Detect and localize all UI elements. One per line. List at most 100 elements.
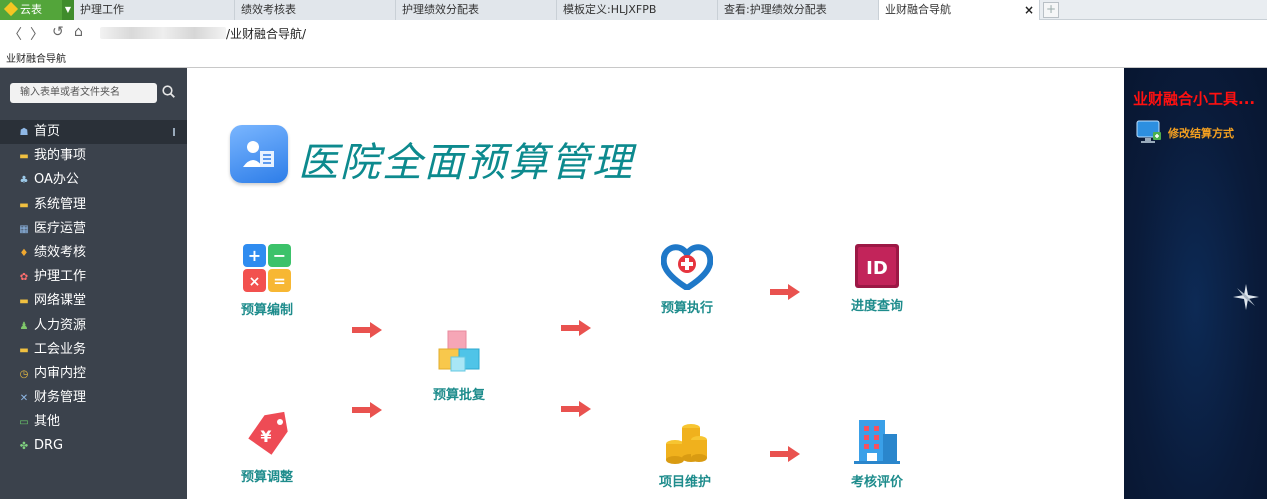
coins-icon (666, 424, 707, 464)
tools-icon: ✕ (19, 393, 29, 405)
tab-finance-navigation[interactable]: 业财融合导航 (879, 0, 1040, 20)
node-label: 考核评价 (850, 475, 903, 490)
node-label: 进度查询 (850, 299, 903, 314)
sidebar-item-oa[interactable]: ♣ OA办公 (0, 168, 187, 192)
folder-icon: ▬ (19, 296, 29, 308)
sidebar-item-label: 系统管理 (34, 196, 87, 212)
budget-app-icon (230, 125, 288, 183)
folder-icon: ▬ (19, 151, 29, 163)
tab-nursing-work[interactable]: 护理工作 (74, 0, 235, 20)
active-indicator (173, 128, 175, 136)
add-tab-button[interactable]: + (1043, 2, 1059, 18)
clover-icon: ✤ (19, 441, 29, 453)
svg-text:ID: ID (866, 258, 888, 279)
node-label: 项目维护 (658, 475, 711, 490)
tab-nursing-distribution[interactable]: 护理绩效分配表 (396, 0, 557, 20)
svg-text:¥: ¥ (260, 427, 271, 446)
folder-icon: ▬ (19, 199, 29, 211)
home-icon: ☗ (19, 127, 29, 138)
address-bar: 〈 〉 ↺ ⌂ /业财融合导航/ (0, 20, 1267, 46)
budget-execute-node[interactable]: 预算执行 (637, 244, 737, 316)
tab-bar: 云表 ▼ 护理工作 绩效考核表 护理绩效分配表 模板定义:HLJXFPB 查看:… (0, 0, 1267, 20)
modify-settlement-button[interactable]: 修改结算方式 (1136, 120, 1234, 144)
app-logo-label: 云表 (20, 3, 42, 16)
clock-icon: ◷ (19, 368, 29, 380)
arrow-right-icon (352, 402, 382, 418)
forward-icon[interactable]: 〉 (30, 24, 44, 44)
sidebar-item-label: 内审内控 (34, 365, 87, 381)
tab-performance-table[interactable]: 绩效考核表 (235, 0, 396, 20)
sidebar-item-drg[interactable]: ✤ DRG (0, 434, 187, 458)
arrow-right-icon (561, 320, 591, 336)
sidebar-item-hr[interactable]: ♟ 人力资源 (0, 314, 187, 338)
tab-view-distribution[interactable]: 查看:护理绩效分配表 (718, 0, 879, 20)
app-logo-button[interactable]: 云表 (0, 0, 62, 20)
monitor-icon (1136, 120, 1161, 143)
sidebar-item-finance[interactable]: ✕ 财务管理 (0, 386, 187, 410)
sidebar-item-union[interactable]: ▬ 工会业务 (0, 338, 187, 362)
project-maintain-node[interactable]: 项目维护 (635, 418, 735, 490)
sidebar-item-label: 财务管理 (34, 390, 87, 406)
tools-panel: 业财融合小工具... 修改结算方式 (1124, 68, 1267, 499)
sidebar-item-label: 绩效考核 (34, 244, 87, 260)
budget-approve-node[interactable]: 预算批复 (409, 327, 509, 403)
page-title: 医院全面预算管理 (298, 140, 634, 186)
arrow-right-icon (770, 284, 800, 300)
search-icon[interactable] (162, 85, 175, 98)
grid-icon: ▦ (19, 223, 29, 235)
org-icon: ♣ (19, 175, 29, 187)
search-input[interactable]: 输入表单或者文件夹名 (10, 83, 157, 103)
building-icon (854, 420, 900, 464)
assessment-node[interactable]: 考核评价 (827, 418, 927, 490)
sidebar-item-home[interactable]: ☗ 首页 (0, 120, 187, 145)
refresh-icon[interactable]: ↺ (52, 24, 64, 40)
nurse-icon: ✿ (19, 272, 29, 284)
close-tab-icon[interactable]: × (1024, 0, 1034, 20)
svg-text:−: − (273, 246, 286, 265)
price-tag-icon: ¥ (248, 411, 288, 455)
sidebar-item-other[interactable]: ▭ 其他 (0, 410, 187, 434)
address-path: /业财融合导航/ (226, 27, 307, 41)
svg-text:+: + (248, 246, 261, 265)
sidebar-item-performance[interactable]: ♦ 绩效考核 (0, 241, 187, 265)
node-label: 预算编制 (240, 303, 293, 318)
app-menu-dropdown[interactable]: ▼ (62, 0, 74, 20)
sidebar-item-label: 工会业务 (34, 341, 87, 357)
main-panel: 医院全面预算管理 + − × = 预算编制 ¥ 预算调整 预算批复 预算执行 项… (187, 68, 1124, 499)
back-icon[interactable]: 〈 (8, 24, 22, 44)
sidebar-item-audit[interactable]: ◷ 内审内控 (0, 362, 187, 386)
person-icon: ♟ (19, 320, 29, 332)
sidebar-item-my-tasks[interactable]: ▬ 我的事项 (0, 144, 187, 168)
sidebar-menu: ☗ 首页 ▬ 我的事项 ♣ OA办公 ▬ 系统管理 ▦ 医疗运营 ♦ 绩效考核 ✿ 护理工作 … (0, 120, 187, 459)
budget-compile-node[interactable]: + − × = 预算编制 (217, 244, 317, 318)
node-label: 预算调整 (240, 470, 293, 485)
sidebar-item-system[interactable]: ▬ 系统管理 (0, 193, 187, 217)
progress-query-node[interactable]: ID 进度查询 (827, 244, 927, 314)
sidebar-item-nursing[interactable]: ✿ 护理工作 (0, 265, 187, 289)
sidebar-item-label: 人力资源 (34, 317, 87, 333)
calculator-icon: + − × = (243, 244, 291, 292)
budget-adjust-node[interactable]: ¥ 预算调整 (217, 411, 317, 485)
home-icon[interactable]: ⌂ (74, 24, 83, 40)
sidebar-item-label: 我的事项 (34, 148, 87, 164)
arrow-right-icon (770, 446, 800, 462)
folder-icon: ▬ (19, 344, 29, 356)
sidebar-item-label: OA办公 (34, 172, 79, 188)
sidebar-item-label: 医疗运营 (34, 220, 87, 236)
arrow-right-icon (561, 401, 591, 417)
arrow-right-icon (352, 322, 382, 338)
sidebar-item-online-class[interactable]: ▬ 网络课堂 (0, 289, 187, 313)
breadcrumb: 业财融合导航 (6, 54, 66, 65)
sidebar-item-label: DRG (34, 438, 64, 454)
app-logo-icon (3, 1, 19, 17)
sidebar-item-label: 护理工作 (34, 269, 87, 285)
boxes-icon (438, 330, 480, 372)
svg-text:=: = (273, 272, 286, 290)
sidebar-item-label: 首页 (34, 124, 61, 139)
sidebar-item-medical-ops[interactable]: ▦ 医疗运营 (0, 217, 187, 241)
sidebar-item-label: 网络课堂 (34, 293, 87, 309)
node-label: 预算执行 (660, 301, 713, 316)
search-placeholder: 输入表单或者文件夹名 (20, 87, 120, 98)
tab-template-definition[interactable]: 模板定义:HLJXFPB (557, 0, 718, 20)
svg-text:×: × (249, 274, 261, 290)
